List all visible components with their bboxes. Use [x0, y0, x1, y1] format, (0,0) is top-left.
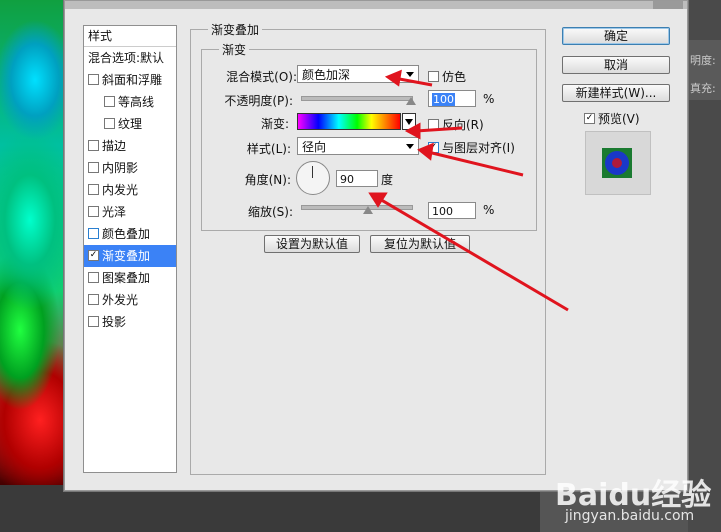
style-list-item-label: 纹理 [118, 117, 143, 131]
checkbox-icon[interactable] [88, 140, 99, 151]
style-value: 径向 [302, 140, 327, 154]
angle-value: 90 [340, 173, 354, 186]
style-list-item-label: 外发光 [102, 293, 139, 307]
style-preview-thumbnail [585, 131, 651, 195]
checkbox-icon [428, 71, 439, 82]
blend-mode-label: 混合模式(O): [226, 70, 297, 84]
scale-slider[interactable] [301, 205, 413, 210]
checkbox-icon[interactable] [88, 272, 99, 283]
style-list-item[interactable]: 内发光 [84, 179, 176, 201]
style-list-item-label: 图案叠加 [102, 271, 151, 285]
chevron-down-icon [406, 144, 414, 149]
right-panel-label-2: 真充: [690, 82, 716, 95]
checkbox-checked-icon: ✓ [428, 142, 439, 153]
preview-label: 预览(V) [598, 112, 640, 126]
checkbox-checked-icon: ✓ [584, 113, 595, 124]
style-list: 样式 混合选项:默认 斜面和浮雕 等高线 纹理 描边 内阴影 内发光 光泽 颜色叠加 ✓ 渐变叠加… [83, 25, 177, 473]
checkbox-icon[interactable] [88, 74, 99, 85]
reset-default-button[interactable]: 复位为默认值 [370, 235, 470, 253]
checkbox-icon[interactable] [104, 96, 115, 107]
blend-mode-value: 颜色加深 [302, 68, 351, 82]
scale-label: 缩放(S): [247, 205, 293, 219]
checkbox-icon[interactable] [88, 206, 99, 217]
style-list-item[interactable]: 外发光 [84, 289, 176, 311]
chevron-down-icon [406, 72, 414, 77]
style-list-item[interactable]: 内阴影 [84, 157, 176, 179]
reverse-checkbox[interactable]: 反向(R) [428, 116, 484, 133]
angle-input[interactable]: 90 [336, 170, 378, 187]
subgroup-title: 渐变 [219, 41, 250, 58]
scale-slider-thumb[interactable] [363, 206, 373, 214]
style-list-item[interactable]: ✓ 渐变叠加 [84, 245, 176, 267]
opacity-value: 100 [432, 93, 455, 106]
checkbox-icon[interactable] [104, 118, 115, 129]
angle-dial[interactable] [296, 161, 330, 195]
align-with-layer-checkbox[interactable]: ✓ 与图层对齐(I) [428, 139, 515, 156]
dither-checkbox[interactable]: 仿色 [428, 68, 466, 85]
scale-value: 100 [432, 205, 453, 218]
gradient-picker-button[interactable] [402, 113, 416, 130]
preview-checkbox[interactable]: ✓ 预览(V) [584, 110, 640, 127]
style-list-item-label: 颜色叠加 [102, 227, 151, 241]
opacity-input[interactable]: 100 [428, 90, 476, 107]
checkbox-checked-icon[interactable]: ✓ [88, 250, 99, 261]
dither-label: 仿色 [442, 70, 467, 84]
close-button[interactable] [653, 1, 683, 9]
dialog-titlebar[interactable] [65, 1, 687, 9]
style-list-item[interactable]: 投影 [84, 311, 176, 333]
style-list-item-label: 描边 [102, 139, 127, 153]
angle-label: 角度(N): [244, 173, 291, 187]
style-select[interactable]: 径向 [297, 137, 419, 155]
ok-button[interactable]: 确定 [562, 27, 670, 45]
watermark-url: jingyan.baidu.com [565, 508, 695, 524]
checkbox-icon[interactable] [88, 294, 99, 305]
checkbox-icon[interactable] [88, 228, 99, 239]
style-list-header[interactable]: 样式 [84, 26, 176, 47]
scale-input[interactable]: 100 [428, 202, 476, 219]
opacity-unit: % [483, 92, 495, 106]
style-list-item-label: 斜面和浮雕 [102, 73, 163, 87]
blend-options-item[interactable]: 混合选项:默认 [84, 47, 176, 69]
checkbox-icon[interactable] [88, 162, 99, 173]
chevron-down-icon [405, 119, 413, 125]
style-list-item[interactable]: 等高线 [84, 91, 176, 113]
right-panel-label-1: 明度: [690, 54, 716, 67]
style-list-item[interactable]: 斜面和浮雕 [84, 69, 176, 91]
blend-mode-select[interactable]: 颜色加深 [297, 65, 419, 83]
new-style-button[interactable]: 新建样式(W)... [562, 84, 670, 102]
checkbox-icon[interactable] [88, 184, 99, 195]
opacity-slider-thumb[interactable] [406, 97, 416, 105]
angle-unit: 度 [381, 173, 394, 187]
style-list-item[interactable]: 纹理 [84, 113, 176, 135]
style-label: 样式(L): [246, 142, 291, 156]
reverse-label: 反向(R) [442, 118, 484, 132]
gradient-preview-bar[interactable] [297, 113, 401, 130]
checkbox-icon[interactable] [88, 316, 99, 327]
gradient-label: 渐变: [260, 117, 289, 131]
style-list-item-label: 内发光 [102, 183, 139, 197]
right-side-panel: 明度: 真充: [688, 0, 721, 532]
layer-style-dialog: 样式 混合选项:默认 斜面和浮雕 等高线 纹理 描边 内阴影 内发光 光泽 颜色叠加 ✓ 渐变叠加… [64, 0, 688, 491]
style-list-item-label: 投影 [102, 315, 127, 329]
style-list-item[interactable]: 图案叠加 [84, 267, 176, 289]
angle-dial-hand [312, 166, 313, 178]
set-default-button[interactable]: 设置为默认值 [264, 235, 360, 253]
style-list-item[interactable]: 颜色叠加 [84, 223, 176, 245]
style-list-item-label: 内阴影 [102, 161, 139, 175]
checkbox-icon [428, 119, 439, 130]
group-title: 渐变叠加 [208, 21, 263, 38]
scale-unit: % [483, 203, 495, 217]
style-list-item-label: 等高线 [118, 95, 155, 109]
style-list-item[interactable]: 描边 [84, 135, 176, 157]
background-artwork [0, 0, 70, 485]
cancel-button[interactable]: 取消 [562, 56, 670, 74]
opacity-slider[interactable] [301, 96, 413, 101]
style-list-item-label: 光泽 [102, 205, 127, 219]
style-list-item[interactable]: 光泽 [84, 201, 176, 223]
opacity-label: 不透明度(P): [224, 94, 293, 108]
style-list-item-label: 渐变叠加 [102, 249, 151, 263]
align-label: 与图层对齐(I) [442, 141, 515, 155]
